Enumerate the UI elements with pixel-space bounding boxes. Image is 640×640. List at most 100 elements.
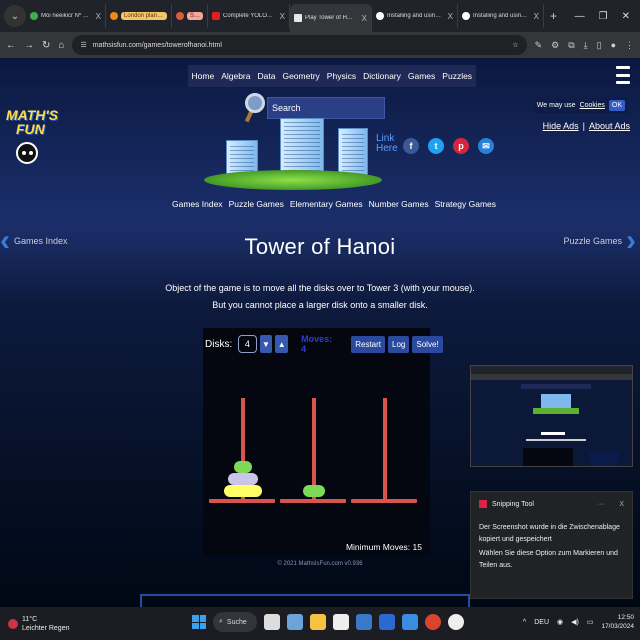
teams-icon[interactable] — [379, 614, 395, 630]
strategy-games-link[interactable]: Strategy Games — [435, 199, 496, 209]
snipping-tool-notification[interactable]: Snipping Tool ··· X Der Screenshot wurde… — [470, 491, 633, 599]
city-island-image — [198, 116, 388, 196]
tab-3[interactable]: Schule — [172, 4, 208, 28]
disk-count[interactable]: 4 — [238, 335, 257, 353]
nav-puzzles[interactable]: Puzzles — [439, 65, 476, 87]
nav-data[interactable]: Data — [254, 65, 279, 87]
menu-icon[interactable]: ⋮ — [625, 40, 634, 51]
speaker-icon[interactable]: ◀) — [571, 618, 579, 626]
url-field[interactable]: ☰ mathsisfun.com/games/towerofhanoi.html… — [72, 35, 527, 55]
clock[interactable]: 12:50 17/03/2024 — [601, 613, 634, 631]
disk-decrease-button[interactable]: ▼ — [259, 335, 273, 353]
site-logo[interactable]: MATH'S FUN — [6, 108, 58, 164]
disk-small[interactable] — [234, 461, 252, 473]
hamburger-menu-icon[interactable] — [616, 66, 630, 84]
disk-small-2[interactable] — [303, 485, 325, 497]
minimum-moves: Minimum Moves: 15 — [345, 542, 422, 552]
social-links: f t p ✉ — [403, 138, 494, 154]
pinterest-icon[interactable]: p — [453, 138, 469, 154]
number-games-link[interactable]: Number Games — [369, 199, 429, 209]
maximize-icon[interactable]: ❐ — [599, 11, 608, 22]
downloads-icon[interactable]: ⤓ — [584, 40, 588, 51]
tab-2[interactable]: London planning — [106, 4, 172, 28]
extension-icon[interactable]: ⚙ — [551, 40, 559, 51]
disk-increase-button[interactable]: ▲ — [275, 335, 289, 353]
close-window-icon[interactable]: ✕ — [622, 11, 630, 22]
pole-2[interactable] — [312, 398, 316, 500]
restart-button[interactable]: Restart — [351, 335, 386, 353]
store-icon[interactable] — [356, 614, 372, 630]
task-view-icon[interactable] — [264, 614, 280, 630]
cookies-link[interactable]: Cookies — [580, 102, 605, 109]
robot-logo-icon — [16, 142, 38, 164]
puzzle-games-link[interactable]: Puzzle Games — [229, 199, 284, 209]
battery-icon[interactable]: ▭ — [587, 618, 594, 626]
file-explorer-icon[interactable] — [310, 614, 326, 630]
wifi-icon[interactable]: ◉ — [557, 618, 563, 626]
disk-mid[interactable] — [228, 473, 258, 485]
taskbar-search[interactable]: ⌕ Suche — [213, 612, 257, 632]
profile-icon[interactable]: ● — [611, 40, 616, 51]
facebook-icon[interactable]: f — [403, 138, 419, 154]
reload-icon[interactable]: ↻ — [42, 40, 50, 51]
clock-app-icon[interactable] — [333, 614, 349, 630]
close-icon[interactable]: X — [362, 14, 367, 23]
forward-icon[interactable]: → — [24, 40, 34, 51]
link-here-link[interactable]: Link Here — [376, 134, 398, 154]
tab-strip: ⌄ Mói neeikicr Nº 8 - pl X London planni… — [0, 0, 640, 32]
cookie-ok-button[interactable]: OK — [608, 100, 625, 111]
nav-algebra[interactable]: Algebra — [218, 65, 254, 87]
back-icon[interactable]: ← — [6, 40, 16, 51]
close-icon[interactable]: X — [96, 12, 101, 21]
close-icon[interactable]: X — [280, 12, 285, 21]
settings-icon[interactable] — [287, 614, 303, 630]
vscode-icon[interactable] — [402, 614, 418, 630]
youtube-icon — [212, 12, 220, 20]
page-icon — [462, 12, 470, 20]
taskbar: 11°C Leichter Regen ⌕ Suche ^ DEU ◉ ◀) ▭… — [0, 607, 640, 640]
tab-active[interactable]: Play Tower of Hanoi X — [290, 4, 372, 32]
game-controls: Disks: 4 ▼ ▲ Moves: 4 Restart Log Solve! — [205, 334, 443, 354]
more-options-icon[interactable]: ··· — [597, 501, 604, 508]
pole-3[interactable] — [383, 398, 387, 500]
nav-games[interactable]: Games — [404, 65, 438, 87]
github-icon[interactable] — [448, 614, 464, 630]
solve-button[interactable]: Solve! — [412, 335, 443, 353]
twitter-icon[interactable]: t — [428, 138, 444, 154]
nav-dictionary[interactable]: Dictionary — [360, 65, 405, 87]
close-icon[interactable]: X — [448, 12, 453, 21]
ad-links: Hide Ads | About Ads — [542, 121, 630, 131]
tab-7[interactable]: Installing and using Li X — [458, 4, 544, 28]
tab-search-icon[interactable]: ⌄ — [4, 5, 26, 27]
bookmark-star-icon[interactable]: ☆ — [512, 41, 518, 49]
game-board — [209, 398, 417, 503]
weather-widget[interactable]: 11°C Leichter Regen — [0, 615, 69, 633]
nav-home[interactable]: Home — [188, 65, 218, 87]
log-button[interactable]: Log — [388, 335, 410, 353]
extensions-icon[interactable]: ⧉ — [568, 40, 574, 51]
chrome-icon[interactable] — [425, 614, 441, 630]
email-icon[interactable]: ✉ — [478, 138, 494, 154]
elementary-games-link[interactable]: Elementary Games — [290, 199, 363, 209]
close-icon[interactable]: X — [619, 501, 624, 508]
tab-1[interactable]: Mói neeikicr Nº 8 - pl X — [26, 4, 106, 28]
minimize-icon[interactable]: — — [575, 11, 585, 22]
tab-4[interactable]: Complete YOLO v8 Cu X — [208, 4, 290, 28]
tab-6[interactable]: Installing and using Li X — [372, 4, 458, 28]
new-tab-button[interactable]: + — [550, 9, 557, 23]
site-info-icon[interactable]: ☰ — [80, 41, 86, 49]
sidepanel-icon[interactable]: ▯ — [597, 40, 602, 51]
screenshot-thumbnail[interactable] — [470, 365, 633, 467]
games-index-link[interactable]: Games Index — [172, 199, 223, 209]
close-icon[interactable]: X — [534, 12, 539, 21]
base-3 — [351, 499, 417, 503]
extension-icon[interactable]: ✎ — [535, 40, 543, 51]
about-ads-link[interactable]: About Ads — [589, 121, 630, 131]
nav-physics[interactable]: Physics — [323, 65, 359, 87]
hide-ads-link[interactable]: Hide Ads — [543, 121, 579, 131]
nav-geometry[interactable]: Geometry — [279, 65, 323, 87]
chevron-up-icon[interactable]: ^ — [523, 619, 526, 626]
home-icon[interactable]: ⌂ — [58, 40, 64, 51]
disk-large[interactable] — [224, 485, 262, 497]
start-windows-icon[interactable] — [192, 615, 206, 629]
